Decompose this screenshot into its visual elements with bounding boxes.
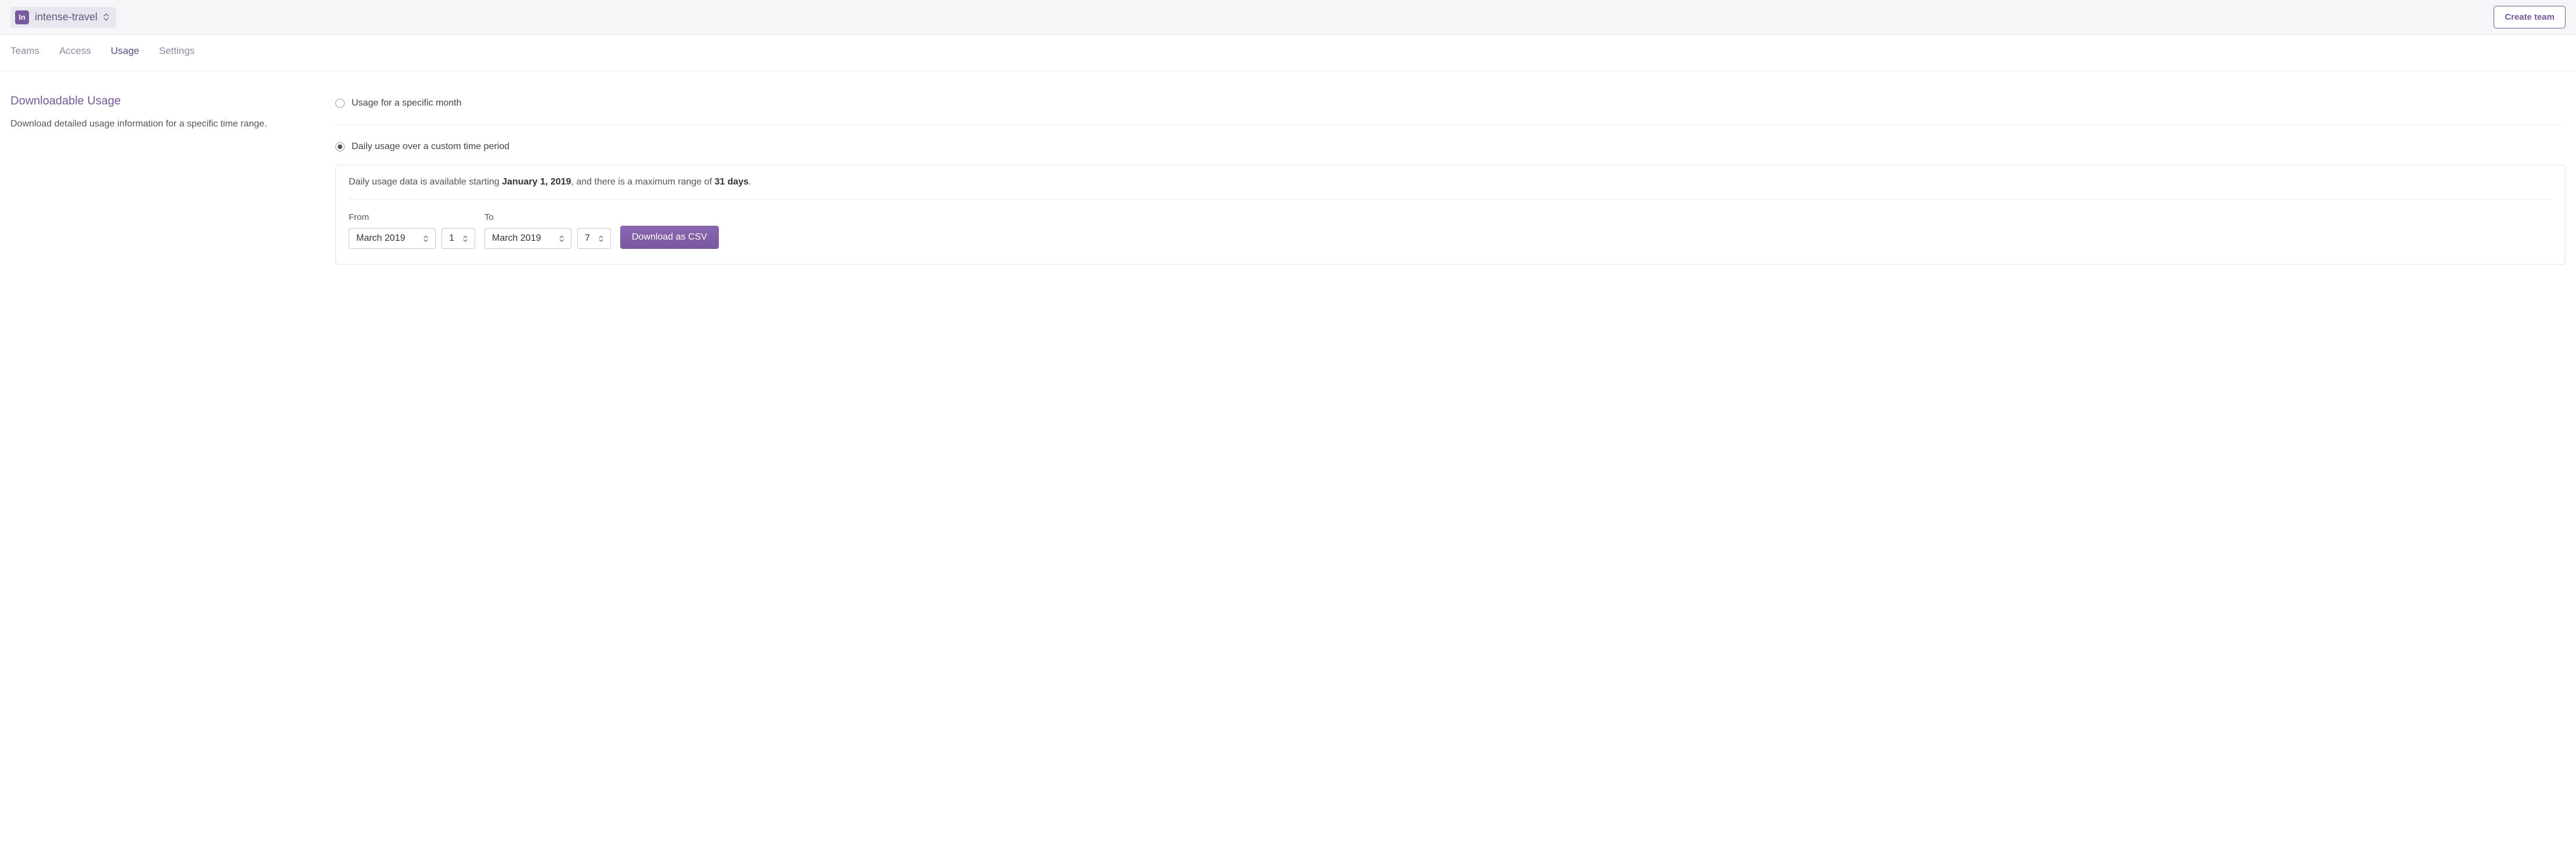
tab-usage[interactable]: Usage bbox=[111, 45, 139, 57]
project-name: intense-travel bbox=[35, 11, 97, 23]
to-group: To March 2019 7 bbox=[484, 212, 611, 249]
from-month-select[interactable]: March 2019 bbox=[349, 228, 436, 249]
to-day-select[interactable]: 7 bbox=[577, 228, 611, 249]
download-csv-button[interactable]: Download as CSV bbox=[620, 226, 719, 249]
radio-icon bbox=[335, 99, 345, 108]
section-sidebar: Downloadable Usage Download detailed usa… bbox=[10, 95, 312, 131]
from-group: From March 2019 1 bbox=[349, 212, 475, 249]
section-description: Download detailed usage information for … bbox=[10, 117, 312, 131]
tab-settings[interactable]: Settings bbox=[159, 45, 194, 57]
date-selects-row: From March 2019 1 bbox=[349, 212, 2552, 249]
tabs-nav: Teams Access Usage Settings bbox=[0, 35, 2576, 71]
to-label: To bbox=[484, 212, 611, 222]
content-area: Downloadable Usage Download detailed usa… bbox=[0, 71, 2576, 288]
option-monthly-label: Usage for a specific month bbox=[352, 98, 461, 108]
to-month-value: March 2019 bbox=[492, 233, 541, 244]
from-label: From bbox=[349, 212, 475, 222]
updown-icon bbox=[599, 236, 603, 242]
option-monthly[interactable]: Usage for a specific month bbox=[335, 95, 2566, 112]
section-title: Downloadable Usage bbox=[10, 95, 312, 108]
to-month-select[interactable]: March 2019 bbox=[484, 228, 571, 249]
from-month-value: March 2019 bbox=[356, 233, 406, 244]
updown-icon bbox=[463, 236, 468, 242]
daily-usage-panel: Daily usage data is available starting J… bbox=[335, 165, 2566, 265]
create-team-button[interactable]: Create team bbox=[2494, 6, 2566, 28]
updown-icon bbox=[103, 13, 109, 21]
updown-icon bbox=[559, 236, 564, 242]
from-day-value: 1 bbox=[449, 233, 454, 244]
to-day-value: 7 bbox=[585, 233, 590, 244]
tab-access[interactable]: Access bbox=[59, 45, 91, 57]
from-day-select[interactable]: 1 bbox=[442, 228, 475, 249]
top-bar: In intense-travel Create team bbox=[0, 0, 2576, 35]
help-text: Daily usage data is available starting J… bbox=[349, 177, 2552, 187]
radio-checked-icon bbox=[335, 142, 345, 151]
section-main: Usage for a specific month Daily usage o… bbox=[335, 95, 2566, 265]
panel-divider bbox=[349, 199, 2552, 200]
project-badge-icon: In bbox=[15, 10, 29, 24]
project-selector[interactable]: In intense-travel bbox=[10, 7, 116, 28]
updown-icon bbox=[424, 236, 428, 242]
tab-teams[interactable]: Teams bbox=[10, 45, 39, 57]
option-daily-label: Daily usage over a custom time period bbox=[352, 142, 509, 152]
option-daily[interactable]: Daily usage over a custom time period bbox=[335, 138, 2566, 155]
